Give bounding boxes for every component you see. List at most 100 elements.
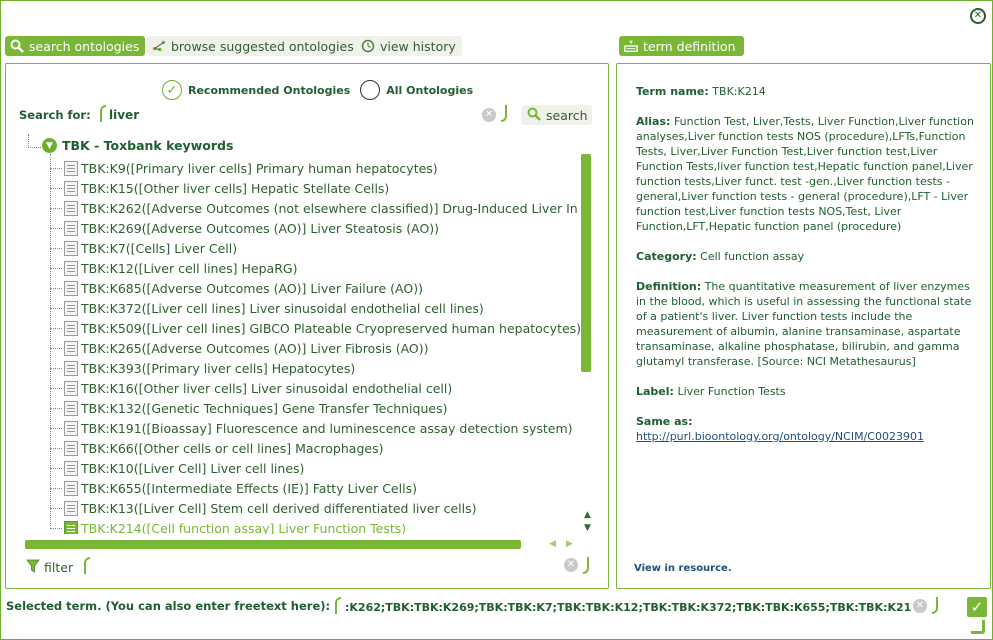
tree-item[interactable]: TBK:K265([Adverse Outcomes (AO)] Liver F… (50, 338, 429, 358)
document-icon (64, 240, 78, 256)
view-in-resource-link[interactable]: View in resource. (634, 563, 732, 574)
ontology-tree: ▼ TBK - Toxbank keywords TBK:K9([Primary… (6, 134, 586, 534)
tab-view-history[interactable]: view history (356, 36, 462, 56)
tree-item[interactable]: TBK:K16([Other liver cells] Liver sinuso… (50, 378, 452, 398)
collapse-toggle-icon[interactable]: ▼ (42, 138, 57, 153)
tree-guide (50, 207, 62, 209)
filter-control[interactable]: filter (26, 558, 73, 577)
tree-root-label: TBK - Toxbank keywords (62, 138, 234, 153)
resize-handle-icon[interactable] (971, 620, 985, 634)
search-for-label: Search for: (19, 108, 91, 122)
filter-icon (26, 558, 40, 577)
document-icon (64, 400, 78, 416)
radio-all-label: All Ontologies (386, 83, 474, 97)
search-icon (527, 107, 541, 124)
scroll-right-arrow-icon[interactable]: ▶ (566, 540, 573, 549)
tree-root-node[interactable]: ▼ TBK - Toxbank keywords (42, 138, 233, 153)
tree-item[interactable]: TBK:K685([Adverse Outcomes (AO)] Liver F… (50, 278, 423, 298)
tree-guide (50, 527, 62, 529)
clear-search-icon[interactable]: ✕ (482, 108, 496, 122)
document-icon (64, 160, 78, 176)
tree-item[interactable]: TBK:K269([Adverse Outcomes (AO)] Liver S… (50, 218, 439, 238)
document-icon (64, 280, 78, 296)
tree-item-label: TBK:K393([Primary liver cells] Hepatocyt… (81, 360, 356, 376)
tree-item[interactable]: TBK:K214([Cell function assay] Liver Fun… (50, 518, 406, 534)
tree-item-label: TBK:K265([Adverse Outcomes (AO)] Liver F… (81, 340, 429, 356)
same-as-link[interactable]: http://purl.bioontology.org/ontology/NCI… (636, 430, 924, 443)
term-name-row: Term name: TBK:K214 (636, 85, 766, 98)
document-icon (64, 320, 78, 336)
tab-label: term definition (643, 38, 736, 54)
clear-filter-icon[interactable]: ✕ (564, 558, 578, 572)
scroll-left-arrow-icon[interactable]: ◀ (549, 540, 556, 549)
definition-row: Definition: The quantitative measurement… (636, 280, 972, 368)
tree-item[interactable]: TBK:K262([Adverse Outcomes (not elsewher… (50, 198, 578, 218)
search-button[interactable]: search (521, 105, 592, 125)
tree-item[interactable]: TBK:K509([Liver cell lines] GIBCO Platea… (50, 318, 581, 338)
input-bracket-right (932, 597, 938, 614)
tree-guide (50, 467, 62, 469)
tree-item[interactable]: TBK:K372([Liver cell lines] Liver sinuso… (50, 298, 484, 318)
tree-item-label: TBK:K16([Other liver cells] Liver sinuso… (81, 380, 453, 396)
radio-all-ontologies[interactable] (360, 80, 381, 100)
document-icon (64, 360, 78, 376)
filter-input[interactable] (96, 557, 556, 574)
tree-item[interactable]: TBK:K9([Primary liver cells] Primary hum… (50, 158, 438, 178)
document-icon (64, 340, 78, 356)
same-as-row: Same as: http://purl.bioontology.org/onto… (636, 415, 924, 443)
tree-item-label: TBK:K685([Adverse Outcomes (AO)] Liver F… (81, 280, 423, 296)
document-icon (64, 300, 78, 316)
tree-item[interactable]: TBK:K66([Other cells or cell lines] Macr… (50, 438, 383, 458)
search-panel: ✓ Recommended Ontologies All Ontologies … (5, 63, 609, 589)
document-icon (64, 480, 78, 496)
tree-item-label: TBK:K262([Adverse Outcomes (not elsewher… (81, 200, 578, 216)
tab-browse-suggested[interactable]: browse suggested ontologies (147, 36, 360, 56)
tree-item[interactable]: TBK:K132([Genetic Techniques] Gene Trans… (50, 398, 447, 418)
label-value: Liver Function Tests (677, 385, 786, 398)
clear-selected-icon[interactable]: ✕ (913, 599, 927, 613)
filter-label: filter (44, 560, 74, 575)
tree-guide (50, 307, 62, 309)
tree-guide (50, 447, 62, 449)
clock-icon (361, 39, 375, 53)
tree-guide (50, 347, 62, 349)
tree-item[interactable]: TBK:K13([Liver Cell] Stem cell derived d… (50, 498, 476, 518)
tree-item-label: TBK:K132([Genetic Techniques] Gene Trans… (81, 400, 448, 416)
tree-item[interactable]: TBK:K7([Cells] Liver Cell) (50, 238, 237, 258)
tree-guide (50, 267, 62, 269)
selected-term-input[interactable] (345, 598, 911, 616)
confirm-checkmark-icon[interactable]: ✓ (967, 597, 987, 617)
tab-search-ontologies[interactable]: search ontologies (5, 36, 146, 56)
tree-item[interactable]: TBK:K655([Intermediate Effects (IE)] Fat… (50, 478, 417, 498)
tree-item-label: TBK:K269([Adverse Outcomes (AO)] Liver S… (81, 220, 440, 236)
tree-item[interactable]: TBK:K10([Liver Cell] Liver cell lines) (50, 458, 304, 478)
search-input[interactable] (109, 106, 469, 124)
horizontal-scrollbar[interactable] (25, 540, 521, 549)
ontology-dialog: ✕ search ontologies browse suggested ont… (0, 0, 993, 640)
tree-item[interactable]: TBK:K191([Bioassay] Fluorescence and lum… (50, 418, 573, 438)
tree-item[interactable]: TBK:K15([Other liver cells] Hepatic Stel… (50, 178, 389, 198)
close-icon[interactable]: ✕ (970, 8, 986, 24)
category-row: Category: Cell function assay (636, 250, 805, 263)
tree-guide (28, 134, 29, 148)
tree-guide (50, 327, 62, 329)
tree-guide (50, 287, 62, 289)
tree-item[interactable]: TBK:K12([Liver cell lines] HepaRG) (50, 258, 297, 278)
input-bracket-right (583, 557, 589, 574)
tree-item-label: TBK:K214([Cell function assay] Liver Fun… (81, 520, 407, 535)
tree-item-label: TBK:K9([Primary liver cells] Primary hum… (81, 160, 438, 176)
scroll-up-arrow-icon[interactable]: ▲ (584, 511, 591, 520)
input-bracket-left (100, 105, 106, 122)
vertical-scrollbar[interactable] (581, 154, 591, 372)
tree-item[interactable]: TBK:K393([Primary liver cells] Hepatocyt… (50, 358, 355, 378)
tab-label: view history (380, 38, 456, 54)
tree-guide (50, 167, 62, 169)
scroll-down-arrow-icon[interactable]: ▼ (584, 524, 591, 533)
tree-guide (28, 147, 41, 148)
tab-term-definition[interactable]: term definition (619, 36, 744, 56)
alias-value: Function Test, Liver,Tests, Liver Functi… (636, 115, 974, 233)
term-name-value: TBK:K214 (712, 85, 766, 98)
category-value: Cell function assay (700, 250, 805, 263)
document-icon (64, 220, 78, 236)
radio-recommended-ontologies[interactable]: ✓ (162, 80, 182, 100)
